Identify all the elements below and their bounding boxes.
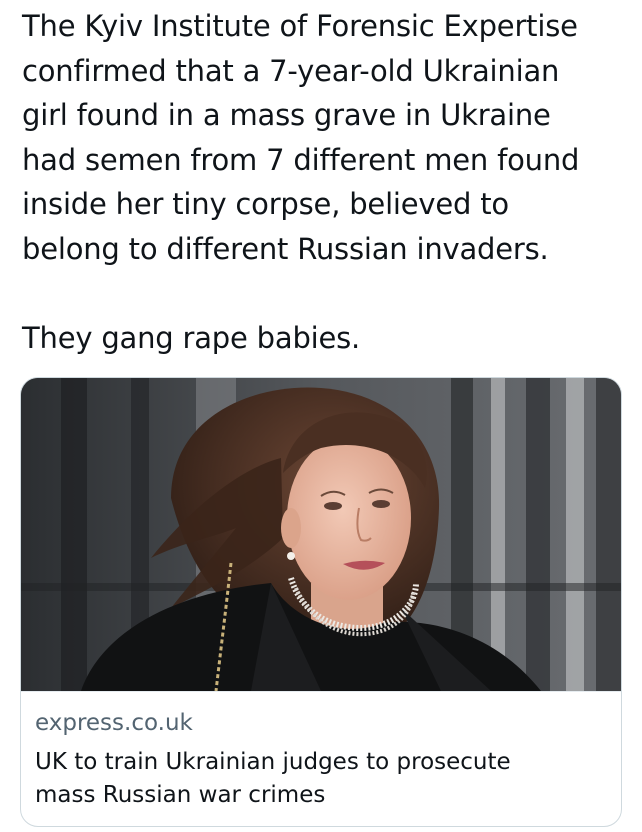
card-domain: express.co.uk <box>35 710 193 736</box>
link-card[interactable]: express.co.uk UK to train Ukrainian judg… <box>20 377 622 827</box>
post: The Kyiv Institute of Forensic Expertise… <box>0 0 642 832</box>
post-text: The Kyiv Institute of Forensic Expertise… <box>22 9 580 355</box>
photo-of-woman-icon <box>21 378 621 691</box>
card-meta[interactable]: express.co.uk UK to train Ukrainian judg… <box>21 691 621 826</box>
card-title[interactable]: UK to train Ukrainian judges to prosecut… <box>35 746 605 812</box>
card-image[interactable] <box>21 378 621 691</box>
